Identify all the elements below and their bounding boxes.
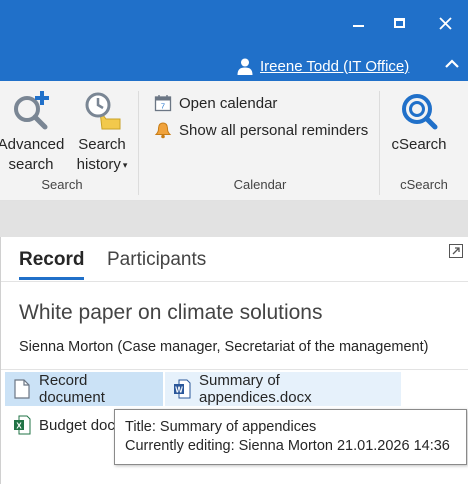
csearch-group-label: cSearch [400,177,448,192]
csearch-label: cSearch [391,136,447,153]
user-info: Ireene Todd (IT Office) [236,55,409,77]
svg-text:W: W [175,386,183,395]
minimize-button[interactable] [345,10,371,36]
show-reminders-label: Show all personal reminders [179,121,369,139]
open-calendar-button[interactable]: 7 Open calendar [154,92,277,114]
advanced-search-button[interactable]: Advanced search [0,89,66,175]
maximize-icon [393,18,405,28]
documents-divider [1,369,468,370]
svg-text:X: X [16,422,22,431]
tab-divider [1,281,468,282]
chevron-up-icon[interactable] [443,55,461,73]
advanced-search-label-2: search [8,156,54,173]
search-history-button[interactable]: Search history ▾ [70,89,134,175]
user-name-link[interactable]: Ireene Todd (IT Office) [260,58,409,75]
ribbon-divider [138,91,139,195]
csearch-button[interactable]: cSearch [386,89,452,155]
svg-text:7: 7 [161,102,165,111]
record-detail-panel: Record Participants White paper on clima… [0,237,468,484]
csearch-magnifier-icon [402,94,438,130]
document-summary[interactable]: W Summary of appendices.docx [165,372,401,406]
advanced-search-label-1: Advanced [0,136,65,153]
document-record[interactable]: Record document [5,372,163,406]
workspace-background [0,201,468,237]
close-icon [438,16,452,30]
tooltip-editing: Currently editing: Sienna Morton 21.01.2… [125,438,450,454]
maximize-button[interactable] [386,10,412,36]
magnifier-plus-icon [14,91,49,130]
ribbon: Advanced search Search history ▾ Search 7… [0,81,468,201]
document-budget-label: Budget doc [39,416,115,434]
tab-participants[interactable]: Participants [107,249,206,277]
show-reminders-button[interactable]: Show all personal reminders [154,119,368,141]
close-button[interactable] [432,10,458,36]
search-history-label-2: history [76,156,121,173]
search-group-label: Search [41,177,83,192]
excel-document-icon: X [14,415,31,435]
dropdown-caret-icon: ▾ [122,160,128,171]
blank-document-icon [14,379,30,399]
calendar-group-label: Calendar [233,177,287,192]
tab-record[interactable]: Record [19,249,85,280]
document-tooltip: Title: Summary of appendices Currently e… [114,409,467,465]
search-history-label-1: Search [78,136,126,153]
word-document-icon: W [174,379,191,399]
document-record-label: Record document [39,372,105,406]
tooltip-title: Title: Summary of appendices [125,419,317,435]
minimize-icon [352,19,364,27]
user-icon [237,58,253,75]
calendar-icon: 7 [154,95,172,112]
record-title: White paper on climate solutions [19,301,323,324]
record-case-manager: Sienna Morton (Case manager, Secretariat… [19,339,429,355]
open-calendar-label: Open calendar [179,94,278,112]
clock-history-icon [85,92,121,130]
document-summary-label: Summary of appendices.docx [199,372,312,406]
title-bar: Ireene Todd (IT Office) [0,0,468,81]
bell-icon [154,122,172,139]
popout-icon[interactable] [449,244,463,258]
